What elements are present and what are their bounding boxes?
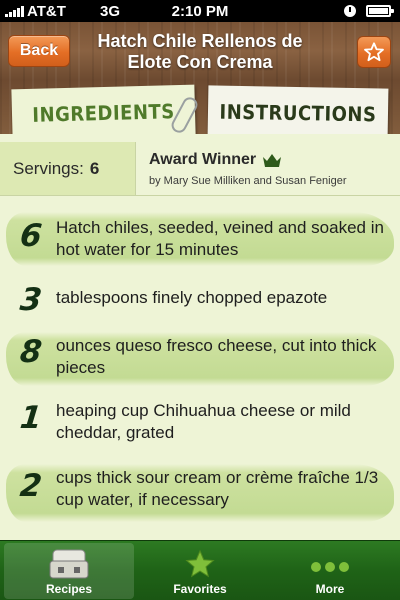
tabbar-favorites-label: Favorites [173, 582, 227, 596]
ingredient-quantity: 1 [18, 400, 44, 436]
recipe-author: by Mary Sue Milliken and Susan Feniger [149, 175, 347, 187]
section-tabs: INGREDIENTS INSTRUCTIONS [0, 80, 400, 142]
alarm-clock-icon [344, 5, 356, 17]
tab-instructions[interactable]: INSTRUCTIONS [207, 85, 389, 140]
back-button[interactable]: Back [8, 35, 70, 67]
tabbar-recipes-label: Recipes [45, 582, 93, 596]
ingredient-quantity: 8 [18, 334, 44, 370]
recipe-title-line-2: Elote Con Crema [127, 52, 273, 72]
ingredient-quantity: 2 [18, 468, 44, 504]
favorite-star-button[interactable] [357, 36, 391, 68]
ingredient-text: Hatch chiles, seeded, veined and soaked … [56, 218, 384, 259]
status-time: 2:10 PM [171, 3, 229, 20]
tab-instructions-label: INSTRUCTIONS [219, 99, 377, 126]
recipe-title: Hatch Chile Rellenos de Elote Con Crema [80, 31, 320, 73]
navigation-header: Back Hatch Chile Rellenos de Elote Con C… [0, 22, 400, 80]
ingredient-quantity: 6 [18, 218, 44, 254]
ingredient-text: heaping cup Chihuahua cheese or mild che… [56, 401, 351, 442]
ingredient-item: 1 heaping cup Chihuahua cheese or mild c… [0, 398, 400, 454]
ingredient-item: 8 ounces queso fresco cheese, cut into t… [0, 330, 400, 388]
tabbar-favorites[interactable]: Favorites [135, 543, 265, 599]
star-icon [185, 549, 215, 578]
crown-icon [263, 153, 282, 167]
ingredient-item: 6 Hatch chiles, seeded, veined and soake… [0, 210, 400, 268]
ingredient-item: 2 cups thick sour cream or crème fraîche… [0, 462, 400, 524]
tabbar-recipes[interactable]: Recipes [4, 543, 134, 599]
ingredient-item: 3 tablespoons finely chopped epazote [0, 282, 400, 318]
back-button-label: Back [19, 42, 59, 59]
ingredient-text: cups thick sour cream or crème fraîche 1… [56, 468, 379, 509]
award-title: Award Winner [149, 151, 282, 169]
ingredient-text: ounces queso fresco cheese, cut into thi… [56, 336, 377, 377]
ingredient-quantity: 3 [18, 282, 44, 318]
bottom-tab-bar: Recipes Favorites More [0, 540, 400, 600]
recipe-box-icon [49, 549, 89, 579]
servings-label: Servings: [13, 158, 84, 178]
more-dots-icon [311, 562, 349, 572]
award-label: Award Winner [149, 151, 257, 168]
star-icon [364, 42, 384, 62]
servings-count: 6 [89, 158, 100, 178]
servings-box[interactable]: Servings: 6 [0, 142, 136, 195]
tabbar-more-label: More [315, 582, 345, 596]
recipe-title-line-1: Hatch Chile Rellenos de [97, 31, 303, 51]
tabbar-more[interactable]: More [265, 543, 395, 599]
tab-ingredients[interactable]: INGREDIENTS [11, 84, 196, 141]
battery-icon [366, 5, 394, 17]
recipe-info-row: Servings: 6 Award Winner by Mary Sue Mil… [0, 142, 400, 196]
ingredients-list: 6 Hatch chiles, seeded, veined and soake… [0, 196, 400, 540]
status-bar: AT&T 3G 2:10 PM [0, 0, 400, 22]
ingredient-text: tablespoons finely chopped epazote [56, 288, 328, 307]
tab-ingredients-label: INGREDIENTS [32, 98, 175, 127]
tabs-underline [0, 134, 400, 142]
